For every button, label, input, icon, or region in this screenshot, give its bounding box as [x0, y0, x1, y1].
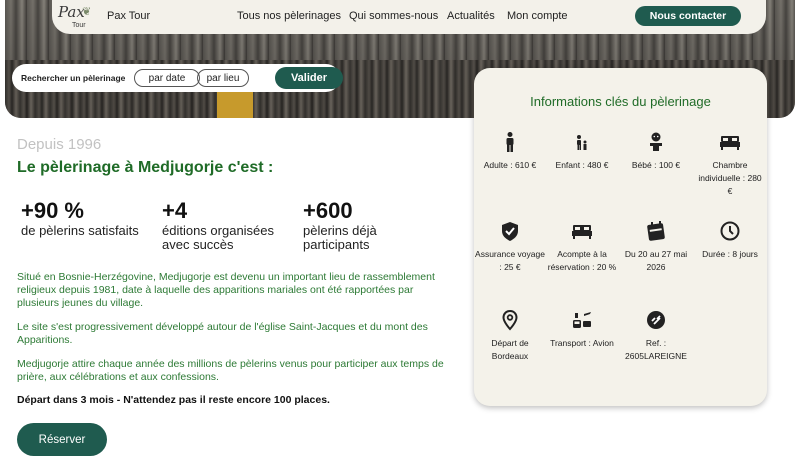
- info-item-insurance: Assurance voyage : 25 €: [475, 220, 545, 274]
- since-label: Depuis 1996: [17, 136, 102, 153]
- location-pin-icon: [502, 309, 518, 331]
- info-item-label: Enfant : 480 €: [555, 160, 609, 170]
- info-item-departure: Départ de Bordeaux: [475, 309, 545, 363]
- info-card: Informations clés du pèlerinage Adulte :…: [474, 68, 767, 406]
- logo-script: Pax: [58, 3, 85, 21]
- brand-name[interactable]: Pax Tour: [107, 10, 150, 22]
- search-bar: Rechercher un pèlerinage par date par li…: [12, 64, 343, 92]
- reserve-button[interactable]: Réserver: [17, 423, 107, 456]
- info-item-transport: Transport : Avion: [547, 309, 617, 350]
- info-item-duration: Durée : 8 jours: [695, 220, 765, 261]
- departure-note: Départ dans 3 mois - N'attendez pas il r…: [17, 394, 330, 406]
- nav-about[interactable]: Qui sommes-nous: [349, 10, 438, 22]
- nav-pilgrimages[interactable]: Tous nos pèlerinages: [237, 10, 341, 22]
- baby-icon: [650, 132, 662, 151]
- info-item-child: Enfant : 480 €: [547, 131, 617, 172]
- nav-account[interactable]: Mon compte: [507, 10, 568, 22]
- transport-icon: [573, 312, 591, 328]
- page: Pax ❦ Tour Pax Tour Tous nos pèlerinages…: [0, 0, 800, 468]
- info-item-baby: Bébé : 100 €: [621, 131, 691, 172]
- bed-icon: [572, 225, 592, 239]
- stat-number: +90 %: [21, 198, 84, 223]
- nav-news[interactable]: Actualités: [447, 10, 495, 22]
- bed-icon: [720, 136, 740, 150]
- search-submit-button[interactable]: Valider: [275, 67, 343, 89]
- stat-text: éditions organisées avec succès: [162, 223, 275, 252]
- info-item-single-room: Chambre individuelle : 280 €: [695, 131, 765, 198]
- description-paragraph: Situé en Bosnie-Herzégovine, Medjugorje …: [17, 271, 435, 309]
- info-item-label: Transport : Avion: [550, 338, 614, 348]
- leaf-icon: ❦: [82, 6, 92, 18]
- logo[interactable]: Pax ❦ Tour: [58, 3, 106, 33]
- search-by-date-button[interactable]: par date: [134, 69, 200, 87]
- info-item-reference: Ref. : 2605LAREIGNE: [621, 309, 691, 363]
- info-item-adult: Adulte : 610 €: [475, 131, 545, 172]
- info-item-label: Chambre individuelle : 280 €: [698, 160, 762, 196]
- info-item-label: Acompte à la réservation : 20 %: [547, 249, 617, 272]
- info-item-label: Bébé : 100 €: [631, 160, 681, 170]
- adult-icon: [506, 132, 514, 152]
- description-paragraph: Medjugorje attire chaque année des milli…: [17, 358, 444, 383]
- stat-number: +4: [162, 198, 188, 223]
- info-item-label: Adulte : 610 €: [483, 160, 537, 170]
- info-item-label: Ref. : 2605LAREIGNE: [625, 338, 687, 361]
- info-item-label: Assurance voyage : 25 €: [475, 249, 545, 272]
- clock-icon: [720, 221, 740, 241]
- info-item-label: Durée : 8 jours: [702, 249, 758, 259]
- child-icon: [577, 135, 587, 150]
- stat-number: +600: [303, 198, 353, 223]
- description-paragraph: Le site s'est progressivement développé …: [17, 321, 428, 346]
- info-item-dates: Du 20 au 27 mai 2026: [621, 220, 691, 274]
- info-item-label: Du 20 au 27 mai 2026: [624, 249, 688, 272]
- logo-small: Tour: [72, 22, 86, 29]
- search-label: Rechercher un pèlerinage: [21, 73, 126, 83]
- info-item-label: Départ de Bordeaux: [491, 338, 529, 361]
- info-card-title: Informations clés du pèlerinage: [530, 94, 711, 109]
- info-item-deposit: Acompte à la réservation : 20 %: [547, 220, 617, 274]
- stat-text: pèlerins déjà participants: [303, 223, 377, 252]
- search-by-place-button[interactable]: par lieu: [197, 69, 249, 87]
- calendar-icon: [647, 221, 665, 241]
- contact-button[interactable]: Nous contacter: [635, 6, 741, 26]
- reference-icon: [647, 311, 665, 329]
- stat-text: de pèlerins satisfaits: [21, 223, 139, 238]
- shield-icon: [502, 222, 518, 241]
- page-title: Le pèlerinage à Medjugorje c'est :: [17, 159, 274, 176]
